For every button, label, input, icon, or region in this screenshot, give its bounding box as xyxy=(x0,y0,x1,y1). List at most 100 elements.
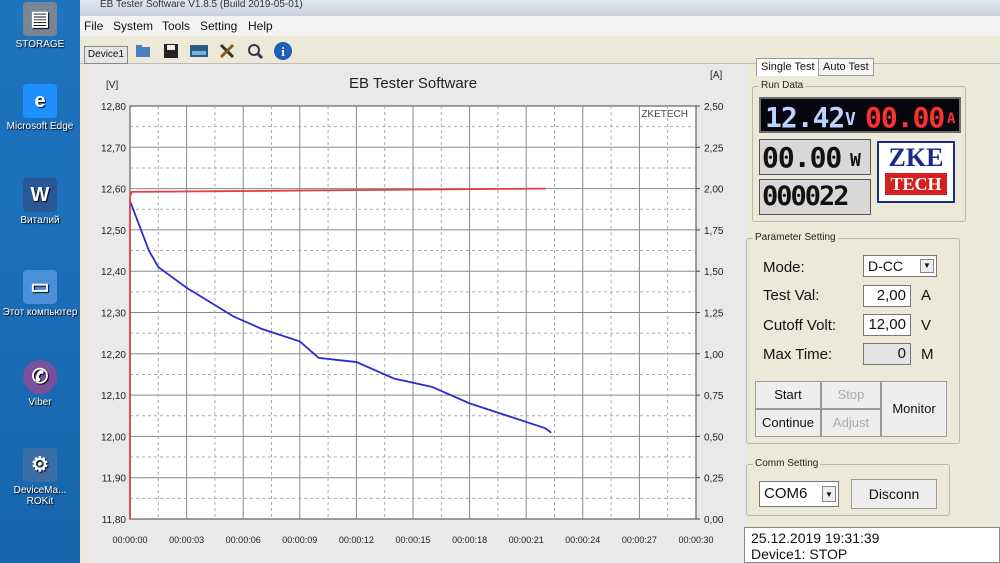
run-data-group: Run Data 12.42 V 00.00 A 00.00 W 000022 … xyxy=(752,80,966,222)
y-right-tick-label: 0,25 xyxy=(704,474,724,485)
series-point xyxy=(261,328,263,330)
series-point xyxy=(131,191,133,193)
desktop: ▤ STORAGE e Microsoft Edge W Виталий ▭ Э… xyxy=(0,0,80,563)
menu-setting[interactable]: Setting xyxy=(200,19,237,33)
monitor-button[interactable]: Monitor xyxy=(881,381,947,437)
series-point xyxy=(317,357,320,359)
y-right-tick-label: 1,75 xyxy=(704,226,724,237)
series-point xyxy=(431,386,433,388)
menu-help[interactable]: Help xyxy=(248,19,273,33)
series-point xyxy=(129,196,131,198)
x-tick-label: 00:00:18 xyxy=(452,535,487,545)
viber-icon: ✆ xyxy=(23,360,57,394)
series-point xyxy=(148,249,150,252)
parameter-setting-group: Parameter Setting Mode: D-CC ▼ Test Val:… xyxy=(746,232,960,444)
x-tick-label: 00:00:06 xyxy=(226,535,261,545)
y-left-tick-label: 12,80 xyxy=(101,102,126,113)
mode-value: D-CC xyxy=(868,258,903,274)
power-unit: W xyxy=(850,150,861,171)
menu-tools[interactable]: Tools xyxy=(162,19,190,33)
series-point xyxy=(506,414,509,417)
desktop-icon-edge[interactable]: e Microsoft Edge xyxy=(0,84,80,132)
y-left-tick-label: 12,70 xyxy=(101,143,126,154)
comm-setting-title: Comm Setting xyxy=(753,458,821,469)
com-port-value: COM6 xyxy=(764,485,808,502)
series-point xyxy=(468,402,471,405)
series-point xyxy=(544,187,546,190)
series-point xyxy=(393,377,395,380)
cutoff-volt-unit: V xyxy=(921,317,932,334)
desktop-icon-viber[interactable]: ✆ Viber xyxy=(0,360,80,408)
zketech-logo: ZKE TECH xyxy=(877,141,955,203)
word-icon: W xyxy=(23,178,57,212)
desktop-icon-storage[interactable]: ▤ STORAGE xyxy=(0,2,80,50)
y-right-tick-label: 2,25 xyxy=(704,143,724,154)
chevron-down-icon[interactable]: ▼ xyxy=(920,259,934,273)
series-point xyxy=(185,286,188,289)
image-icon[interactable] xyxy=(188,40,210,62)
voltage-current-display: 12.42 V 00.00 A xyxy=(759,97,961,134)
series-point xyxy=(355,361,358,363)
desktop-icon-word[interactable]: W Виталий xyxy=(0,178,80,226)
tools-icon[interactable] xyxy=(216,40,238,62)
desktop-icon-device[interactable]: ⚙ DeviceMa... ROKit xyxy=(0,448,80,507)
right-axis-unit: [A] xyxy=(710,70,722,81)
y-left-tick-label: 12,00 xyxy=(101,432,126,443)
info-icon[interactable]: i xyxy=(272,40,294,62)
mode-select[interactable]: D-CC ▼ xyxy=(863,255,937,277)
device-icon: ⚙ xyxy=(23,448,57,482)
y-left-tick-label: 12,10 xyxy=(101,391,126,402)
menu-bar: File System Tools Setting Help xyxy=(80,16,1000,36)
y-right-tick-label: 2,50 xyxy=(704,102,724,113)
save-icon[interactable] xyxy=(160,40,182,62)
status-device: Device1: STOP xyxy=(751,546,848,562)
current-unit: A xyxy=(947,111,956,127)
series-point xyxy=(232,315,235,318)
tab-auto-test[interactable]: Auto Test xyxy=(818,58,874,76)
voltage-unit: V xyxy=(845,109,856,130)
menu-system[interactable]: System xyxy=(113,19,153,33)
x-tick-label: 00:00:24 xyxy=(565,535,600,545)
chevron-down-icon[interactable]: ▼ xyxy=(822,486,836,502)
test-val-input[interactable]: 2,00 xyxy=(863,285,911,307)
stop-button[interactable]: Stop xyxy=(821,381,881,409)
cutoff-volt-input[interactable]: 12,00 xyxy=(863,314,911,336)
status-box: 25.12.2019 19:31:39 Device1: STOP xyxy=(744,527,1000,563)
com-port-select[interactable]: COM6 ▼ xyxy=(759,481,839,507)
desktop-icon-label: Виталий xyxy=(20,215,60,226)
svg-text:i: i xyxy=(281,44,285,59)
time-value: 000022 xyxy=(762,181,850,212)
tab-single-test[interactable]: Single Test xyxy=(756,58,820,76)
zoom-icon[interactable] xyxy=(244,40,266,62)
mode-label: Mode: xyxy=(763,259,805,276)
disconn-button[interactable]: Disconn xyxy=(851,479,937,509)
series-point xyxy=(544,427,546,429)
series-point xyxy=(299,340,301,343)
power-display: 00.00 W xyxy=(759,139,871,175)
parameter-setting-title: Parameter Setting xyxy=(753,232,838,243)
y-left-tick-label: 12,50 xyxy=(101,226,126,237)
desktop-icon-computer[interactable]: ▭ Этот компьютер xyxy=(0,270,80,318)
chart-watermark: ZKETECH xyxy=(641,109,688,120)
open-icon[interactable] xyxy=(132,40,154,62)
status-datetime: 25.12.2019 19:31:39 xyxy=(751,530,880,546)
max-time-input[interactable]: 0 xyxy=(863,343,911,365)
chart-title: EB Tester Software xyxy=(349,75,477,92)
y-right-tick-label: 1,25 xyxy=(704,309,724,320)
power-value: 00.00 xyxy=(762,141,842,174)
time-display: 000022 xyxy=(759,179,871,215)
test-val-label: Test Val: xyxy=(763,287,820,304)
left-axis-unit: [V] xyxy=(106,80,118,91)
x-tick-label: 00:00:00 xyxy=(112,535,147,545)
adjust-button[interactable]: Adjust xyxy=(821,409,881,437)
chart: EB Tester Software [V] [A] ZKETECH 12,80… xyxy=(101,70,724,545)
x-tick-label: 00:00:21 xyxy=(509,535,544,545)
menu-file[interactable]: File xyxy=(84,19,103,33)
y-left-tick-label: 12,20 xyxy=(101,350,126,361)
y-left-tick-label: 12,30 xyxy=(101,309,126,320)
start-button[interactable]: Start xyxy=(755,381,821,409)
device-button[interactable]: Device1 xyxy=(84,46,128,64)
continue-button[interactable]: Continue xyxy=(755,409,821,437)
desktop-icon-label: Microsoft Edge xyxy=(6,121,74,132)
current-value: 00.00 xyxy=(865,101,945,134)
